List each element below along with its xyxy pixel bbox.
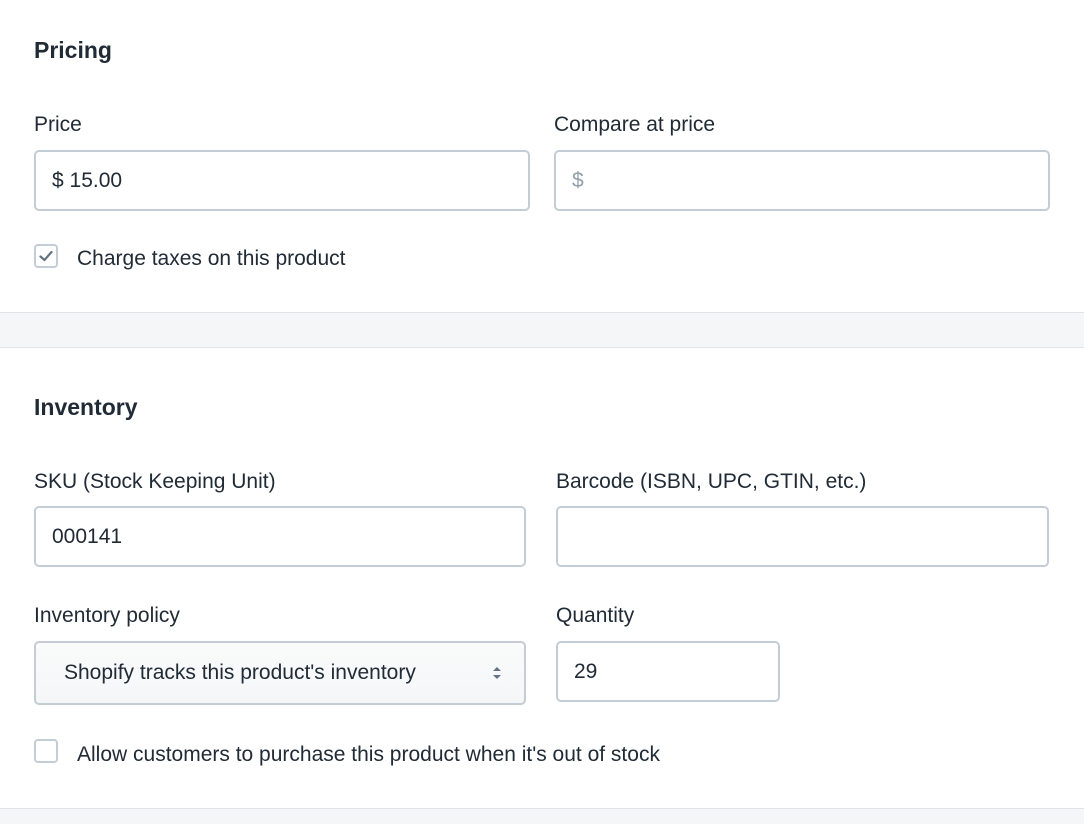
compare-at-price-input[interactable]: $ [554,150,1050,211]
allow-oversell-checkbox[interactable] [34,739,58,763]
quantity-value: 29 [574,659,598,683]
quantity-label: Quantity [556,604,635,627]
sku-input[interactable]: 000141 [34,506,526,567]
inventory-policy-value: Shopify tracks this product's inventory [64,661,416,684]
barcode-input[interactable] [556,506,1049,567]
inventory-title: Inventory [34,394,138,420]
price-label: Price [34,113,82,136]
pricing-title: Pricing [34,37,112,63]
price-input[interactable]: $ 15.00 [34,150,530,211]
compare-at-price-placeholder: $ [572,168,584,192]
price-value: $ 15.00 [52,168,123,192]
sku-value: 000141 [52,524,123,548]
inventory-card: Inventory SKU (Stock Keeping Unit) 00014… [0,347,1084,809]
quantity-input[interactable]: 29 [556,641,780,702]
charge-taxes-label[interactable]: Charge taxes on this product [77,248,346,269]
select-arrows-icon [493,667,501,679]
charge-taxes-checkbox[interactable] [34,244,58,268]
allow-oversell-label[interactable]: Allow customers to purchase this product… [77,744,660,765]
inventory-policy-select[interactable]: Shopify tracks this product's inventory [34,641,526,705]
inventory-policy-label: Inventory policy [34,604,180,627]
barcode-label: Barcode (ISBN, UPC, GTIN, etc.) [556,470,867,493]
sku-label: SKU (Stock Keeping Unit) [34,470,276,493]
pricing-card: Pricing Price $ 15.00 Compare at price $… [0,0,1084,313]
compare-at-price-label: Compare at price [554,113,716,136]
checkmark-icon [39,250,53,262]
